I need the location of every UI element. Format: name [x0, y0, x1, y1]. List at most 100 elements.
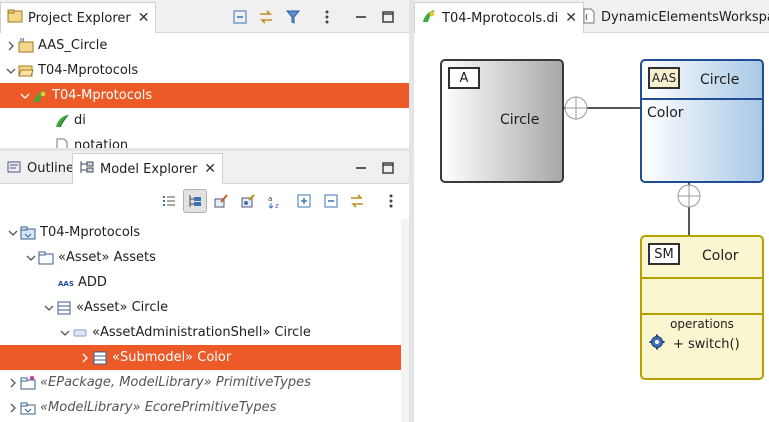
tree-view-icon[interactable]	[183, 189, 207, 213]
view-menu-icon[interactable]	[382, 192, 400, 210]
vertical-scrollbar[interactable]	[401, 219, 409, 422]
close-icon[interactable]: ✕	[138, 10, 150, 26]
chevron-right-icon[interactable]	[4, 39, 18, 53]
customize-icon[interactable]	[239, 192, 257, 210]
imported-package-icon	[20, 400, 36, 416]
tree-item-label: T04-Mprotocols	[40, 225, 141, 240]
editor-tabbar-area: T04-Mprotocols.di ✕ DynamicElementsWorks…	[414, 0, 769, 33]
sm-operations-label: operations	[670, 317, 734, 331]
outline-icon	[6, 159, 22, 179]
chevron-right-icon[interactable]	[6, 401, 20, 415]
model-explorer-panel: Outline Model Explorer ✕ az T04-Mprotoco…	[0, 151, 409, 422]
tree-item-t04-root[interactable]: T04-Mprotocols	[0, 220, 409, 245]
tab-label: Model Explorer	[100, 161, 198, 177]
sm-stereotype-tag: SM	[648, 243, 680, 265]
tab-outline[interactable]: Outline	[0, 153, 80, 184]
chevron-down-icon[interactable]	[6, 226, 20, 240]
asset-node-name: Circle	[500, 112, 540, 128]
link-editor-icon[interactable]	[348, 192, 366, 210]
model-project-icon: M	[18, 38, 34, 54]
tree-item-notation[interactable]: notation	[0, 133, 409, 148]
project-explorer-tabbar: Project Explorer ✕	[0, 0, 409, 33]
tab-label: Outline	[27, 161, 75, 176]
collapse-all-icon[interactable]	[322, 192, 340, 210]
maximize-icon[interactable]	[379, 159, 397, 177]
class-icon	[56, 300, 72, 316]
papyrus-model-icon	[32, 88, 48, 104]
asset-node-circle[interactable]: A Circle	[440, 59, 564, 183]
diagram-canvas[interactable]: A Circle AAS Circle Color SM Color opera…	[414, 33, 769, 422]
tree-item-label: PrimitiveTypes	[215, 375, 311, 390]
tree-item-assets[interactable]: «Asset» Assets	[0, 245, 409, 270]
tree-item-asset-circle[interactable]: «Asset» Circle	[0, 295, 409, 320]
minimize-icon[interactable]	[352, 159, 370, 177]
tab-dynamic-elements-workspace[interactable]: DynamicElementsWorkspace	[576, 2, 769, 33]
sm-node-name: Color	[702, 248, 739, 264]
project-explorer-icon	[7, 8, 23, 28]
tree-item-label: «Asset» Circle	[76, 300, 169, 315]
list-view-icon[interactable]	[160, 192, 178, 210]
tree-item-label: «AssetAdministrationShell» Circle	[92, 325, 311, 340]
package-icon	[38, 250, 54, 266]
tree-item-submodel-color[interactable]: «Submodel» Color	[0, 345, 409, 370]
tree-item-primitive-types[interactable]: «EPackage, ModelLibrary» PrimitiveTypes	[0, 370, 409, 395]
aas-stereotype-tag: AAS	[648, 67, 680, 89]
svg-text:z: z	[275, 202, 279, 209]
chevron-down-icon[interactable]	[18, 89, 32, 103]
papyrus-di-icon	[421, 8, 437, 28]
tree-item-ecore-primitive-types[interactable]: «ModelLibrary» EcorePrimitiveTypes	[0, 395, 409, 420]
class-icon	[92, 350, 108, 366]
sm-node-color[interactable]: SM Color operations + switch()	[640, 235, 764, 380]
operation-gear-icon	[649, 334, 665, 354]
tree-item-add[interactable]: AAS ADD	[0, 270, 409, 295]
tree-item-di[interactable]: di	[0, 108, 409, 133]
aas-icon: AAS	[58, 275, 74, 291]
tab-label: DynamicElementsWorkspace	[601, 10, 769, 25]
tree-item-label: T04-Mprotocols	[38, 63, 139, 78]
maximize-icon[interactable]	[379, 8, 397, 26]
tab-t04-mprotocols-di[interactable]: T04-Mprotocols.di ✕	[414, 2, 584, 33]
sm-node-divider	[642, 313, 762, 315]
folder-open-icon	[18, 63, 34, 79]
model-explorer-tabbar: Outline Model Explorer ✕	[0, 151, 409, 184]
tree-item-t04-model[interactable]: T04-Mprotocols	[0, 83, 409, 108]
tab-label: Project Explorer	[28, 10, 131, 26]
view-menu-icon[interactable]	[318, 8, 336, 26]
chevron-down-icon[interactable]	[58, 326, 72, 340]
chevron-down-icon[interactable]	[24, 251, 38, 265]
expand-all-icon[interactable]	[295, 192, 313, 210]
imported-package-icon	[20, 375, 36, 391]
minimize-icon[interactable]	[352, 8, 370, 26]
tree-item-label: AAS_Circle	[38, 38, 108, 53]
sm-operation-text: + switch()	[673, 336, 740, 352]
tree-item-stereotype: «ModelLibrary»	[40, 400, 141, 415]
property-icon	[72, 325, 88, 341]
model-icon	[20, 225, 36, 241]
tree-item-label: di	[74, 113, 86, 128]
project-explorer-panel: Project Explorer ✕ M AAS_Circle T04-Mpro…	[0, 0, 409, 148]
chevron-down-icon[interactable]	[42, 301, 56, 315]
tree-item-label: notation	[74, 138, 129, 148]
tab-label: T04-Mprotocols.di	[442, 10, 559, 26]
tree-item-aas-circle[interactable]: M AAS_Circle	[0, 33, 409, 58]
collapse-all-icon[interactable]	[231, 8, 249, 26]
tab-model-explorer[interactable]: Model Explorer ✕	[72, 153, 224, 184]
filter-icon[interactable]	[284, 8, 302, 26]
sm-operation-row[interactable]: + switch()	[649, 334, 740, 354]
chevron-right-icon[interactable]	[78, 351, 92, 365]
tree-item-label: EcorePrimitiveTypes	[144, 400, 277, 415]
edit-filter-icon[interactable]	[212, 192, 230, 210]
sm-node-divider	[642, 277, 762, 279]
tree-item-t04-project[interactable]: T04-Mprotocols	[0, 58, 409, 83]
chevron-down-icon[interactable]	[4, 64, 18, 78]
link-editor-icon[interactable]	[257, 8, 275, 26]
aas-node-property[interactable]: Color	[647, 105, 684, 121]
asset-stereotype-tag: A	[448, 67, 480, 89]
chevron-right-icon[interactable]	[6, 376, 20, 390]
tree-item-aas-shell[interactable]: «AssetAdministrationShell» Circle	[0, 320, 409, 345]
close-icon[interactable]: ✕	[204, 161, 216, 177]
sort-alpha-icon[interactable]: az	[266, 192, 284, 210]
tab-project-explorer[interactable]: Project Explorer ✕	[0, 2, 157, 33]
aas-node-circle[interactable]: AAS Circle Color	[640, 59, 764, 183]
svg-text:a: a	[268, 195, 272, 203]
